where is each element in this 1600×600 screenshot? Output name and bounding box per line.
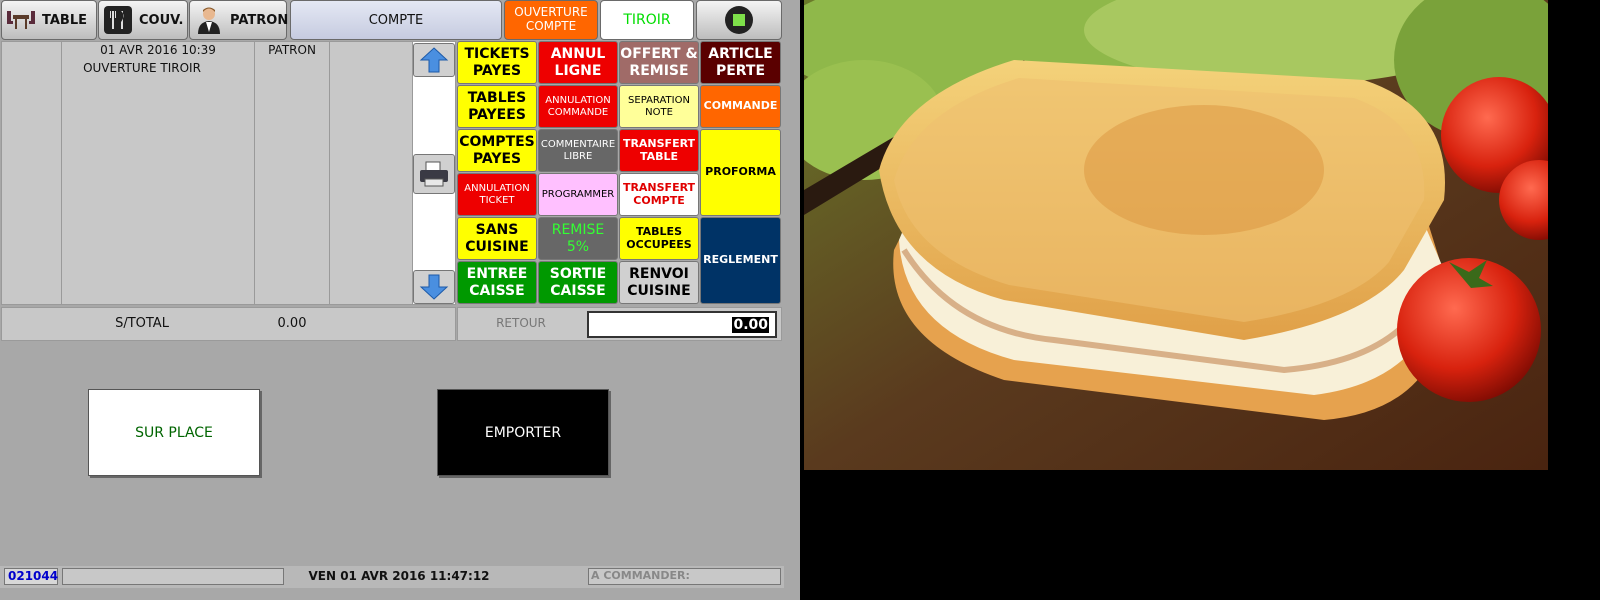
column-divider	[329, 42, 330, 304]
ouverture-compte-label: OUVERTURE COMPTE	[514, 5, 588, 33]
retour-label: RETOUR	[496, 316, 546, 330]
annulation-commande-button[interactable]: ANNULATION COMMANDE	[538, 85, 618, 128]
arrow-down-icon	[419, 274, 449, 300]
subtotal-label: S/TOTAL	[115, 316, 169, 331]
tiroir-button[interactable]: TIROIR	[600, 0, 694, 40]
ticket-datetime: 01 AVR 2016 10:39	[100, 43, 216, 57]
column-divider	[61, 42, 62, 304]
annulation-ticket-button[interactable]: ANNULATION TICKET	[457, 173, 537, 216]
ticket-list[interactable]: 01 AVR 2016 10:39 OUVERTURE TIROIR PATRO…	[1, 41, 456, 305]
couv-button[interactable]: COUV.	[98, 0, 188, 40]
green-status-icon	[725, 6, 753, 34]
table-chairs-icon	[7, 11, 35, 29]
annul-ligne-button[interactable]: ANNUL LIGNE	[538, 41, 618, 84]
cutlery-icon	[104, 6, 132, 34]
pos-panel: TABLE COUV. PATRON COMPTE OUVERTURE COMP…	[0, 0, 800, 600]
proforma-button[interactable]: PROFORMA	[700, 129, 781, 216]
comptes-payes-button[interactable]: COMPTES PAYES	[457, 129, 537, 172]
scroll-up-button[interactable]	[413, 43, 455, 77]
tables-occupees-button[interactable]: TABLES OCCUPEES	[619, 217, 699, 260]
sortie-caisse-button[interactable]: SORTIE CAISSE	[538, 261, 618, 304]
status-field	[62, 568, 284, 585]
reglement-button[interactable]: REGLEMENT	[700, 217, 781, 304]
separation-note-button[interactable]: SEPARATION NOTE	[619, 85, 699, 128]
subtotal-bar: S/TOTAL 0.00	[1, 307, 456, 341]
ticket-number: 021044	[4, 568, 58, 585]
sur-place-button[interactable]: SUR PLACE	[88, 389, 260, 476]
programmer-button[interactable]: PROGRAMMER	[538, 173, 618, 216]
table-label: TABLE	[42, 12, 87, 28]
tables-payees-button[interactable]: TABLES PAYEES	[457, 85, 537, 128]
waiter-icon	[198, 7, 220, 34]
table-button[interactable]: TABLE	[1, 0, 97, 40]
entree-caisse-button[interactable]: ENTREE CAISSE	[457, 261, 537, 304]
product-image	[804, 0, 1548, 470]
status-bar: 021044 VEN 01 AVR 2016 11:47:12 A COMMAN…	[0, 566, 784, 588]
ouverture-compte-button[interactable]: OUVERTURE COMPTE	[504, 0, 598, 40]
emporter-button[interactable]: EMPORTER	[437, 389, 609, 476]
scroll-down-button[interactable]	[413, 270, 455, 304]
patron-label: PATRON	[230, 12, 289, 28]
ticket-user: PATRON	[268, 43, 316, 57]
printer-icon	[420, 161, 448, 187]
a-commander-field: A COMMANDER:	[588, 568, 781, 585]
print-button[interactable]	[413, 154, 455, 194]
status-button[interactable]	[696, 0, 782, 40]
compte-button[interactable]: COMPTE	[290, 0, 502, 40]
status-datetime: VEN 01 AVR 2016 11:47:12	[308, 569, 490, 583]
renvoi-cuisine-button[interactable]: RENVOI CUISINE	[619, 261, 699, 304]
couv-label: COUV.	[139, 12, 184, 28]
patron-button[interactable]: PATRON	[189, 0, 289, 40]
article-perte-button[interactable]: ARTICLE PERTE	[700, 41, 781, 84]
tickets-payes-button[interactable]: TICKETS PAYES	[457, 41, 537, 84]
column-divider	[254, 42, 255, 304]
transfert-compte-button[interactable]: TRANSFERT COMPTE	[619, 173, 699, 216]
compte-label: COMPTE	[368, 12, 424, 28]
amount-input[interactable]: 0.00	[587, 311, 777, 338]
arrow-up-icon	[419, 47, 449, 73]
commentaire-libre-button[interactable]: COMMENTAIRE LIBRE	[538, 129, 618, 172]
amount-value: 0.00	[732, 316, 769, 333]
payment-bar: RETOUR 0.00	[457, 307, 782, 341]
subtotal-value: 0.00	[277, 316, 307, 331]
remise-5-button[interactable]: REMISE 5%	[538, 217, 618, 260]
offert-remise-button[interactable]: OFFERT & REMISE	[619, 41, 699, 84]
sans-cuisine-button[interactable]: SANS CUISINE	[457, 217, 537, 260]
commande-button[interactable]: COMMANDE	[700, 85, 781, 128]
ticket-line-label: OUVERTURE TIROIR	[83, 61, 201, 75]
transfert-table-button[interactable]: TRANSFERT TABLE	[619, 129, 699, 172]
tiroir-label: TIROIR	[623, 12, 671, 28]
